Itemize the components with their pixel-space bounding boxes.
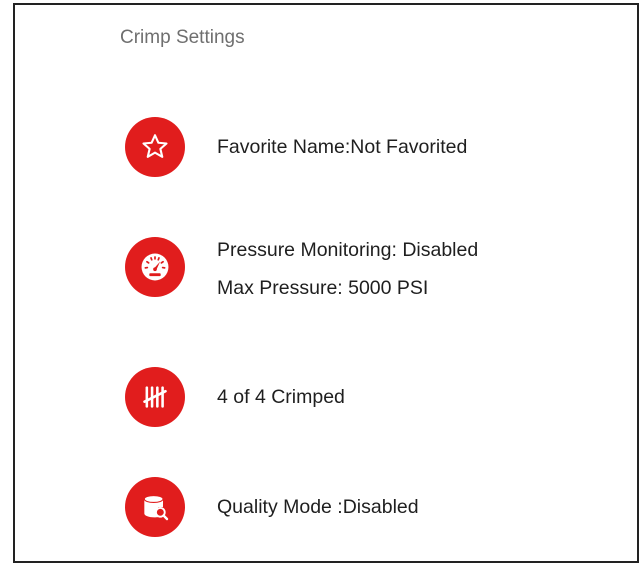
setting-row-crimp-count[interactable]: 4 of 4 Crimped xyxy=(125,367,605,427)
setting-row-pressure[interactable]: Pressure Monitoring: Disabled Max Pressu… xyxy=(125,237,605,297)
setting-text: Quality Mode :Disabled xyxy=(217,488,419,526)
setting-row-favorite[interactable]: Favorite Name:Not Favorited xyxy=(125,117,605,177)
setting-text: 4 of 4 Crimped xyxy=(217,378,345,416)
setting-row-quality-mode[interactable]: Quality Mode :Disabled xyxy=(125,477,605,537)
crimp-settings-panel: Crimp Settings Favorite Name:Not Favorit… xyxy=(13,3,639,563)
section-title: Crimp Settings xyxy=(120,27,245,49)
setting-text: Pressure Monitoring: Disabled Max Pressu… xyxy=(217,231,478,307)
crimp-count-label: 4 of 4 Crimped xyxy=(217,378,345,416)
quality-search-icon xyxy=(125,477,185,537)
star-icon xyxy=(125,117,185,177)
quality-mode-label: Quality Mode :Disabled xyxy=(217,488,419,526)
setting-text: Favorite Name:Not Favorited xyxy=(217,128,467,166)
max-pressure-label: Max Pressure: 5000 PSI xyxy=(217,269,478,307)
gauge-icon xyxy=(125,237,185,297)
pressure-monitoring-label: Pressure Monitoring: Disabled xyxy=(217,231,478,269)
favorite-name-label: Favorite Name:Not Favorited xyxy=(217,128,467,166)
tally-icon xyxy=(125,367,185,427)
